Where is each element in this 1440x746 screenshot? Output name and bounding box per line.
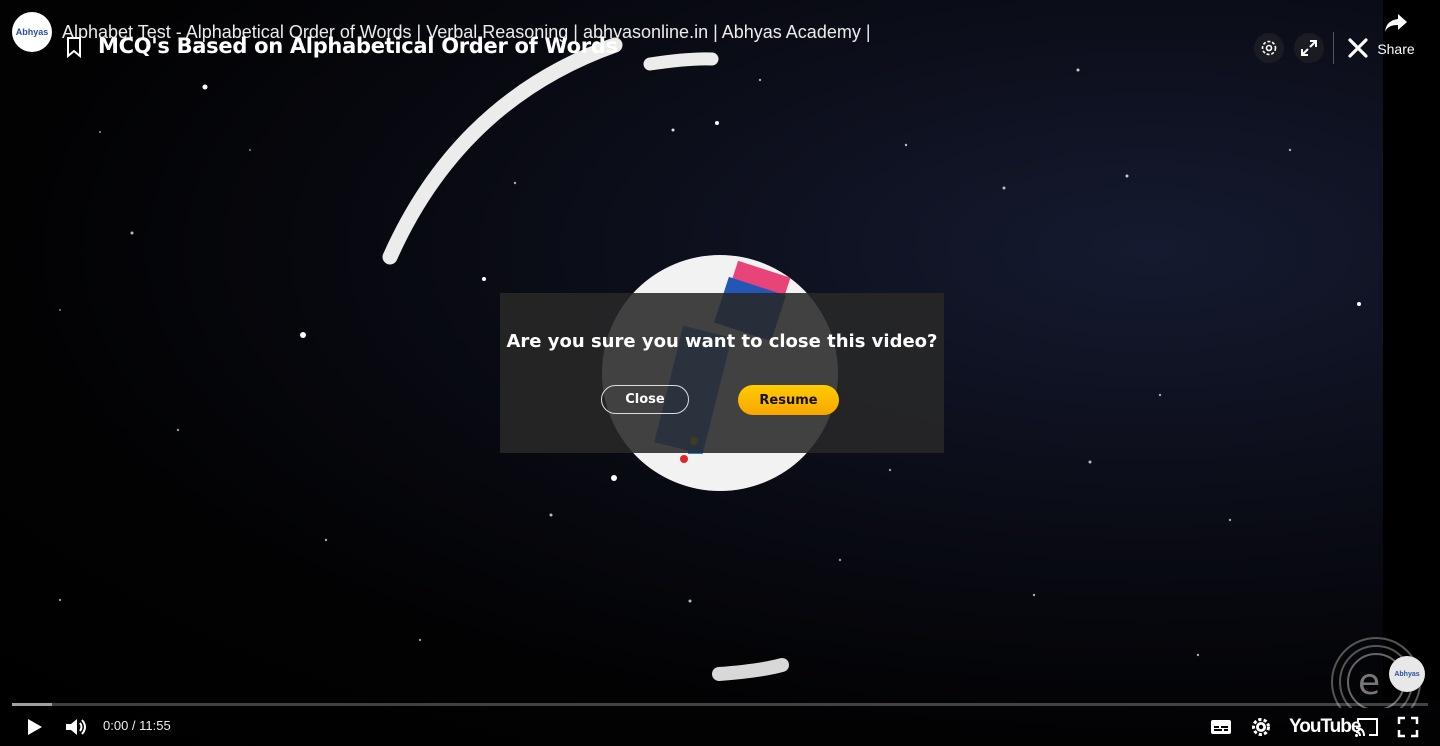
watermark-logo: Abhyas bbox=[1394, 671, 1419, 678]
gear-icon bbox=[1252, 718, 1270, 736]
share-button[interactable]: Share bbox=[1372, 12, 1420, 62]
time-display: 0:00 / 11:55 bbox=[103, 718, 171, 733]
close-icon[interactable] bbox=[1347, 37, 1369, 59]
top-bar: Abhyas Alphabet Test - Alphabetical Orde… bbox=[0, 0, 1440, 80]
play-icon bbox=[28, 719, 42, 735]
svg-text:e: e bbox=[1358, 662, 1380, 703]
close-video-dialog: Are you sure you want to close this vide… bbox=[500, 293, 944, 453]
bookmark-icon[interactable] bbox=[64, 36, 84, 58]
channel-avatar[interactable]: Abhyas bbox=[12, 12, 52, 52]
dialog-message: Are you sure you want to close this vide… bbox=[506, 331, 938, 352]
letterbox-edge bbox=[1383, 0, 1440, 700]
share-label: Share bbox=[1377, 41, 1415, 57]
overlay-heading: MCQ's Based on Alphabetical Order of Wor… bbox=[98, 34, 618, 58]
settings-button[interactable] bbox=[1248, 714, 1274, 740]
toolbar-divider bbox=[1333, 32, 1334, 64]
close-button[interactable]: Close bbox=[601, 385, 689, 414]
settings-top-button[interactable] bbox=[1254, 33, 1284, 63]
expand-button[interactable] bbox=[1294, 33, 1324, 63]
volume-icon bbox=[66, 719, 86, 735]
youtube-logo[interactable]: YouTube bbox=[1289, 716, 1361, 738]
resume-button[interactable]: Resume bbox=[738, 385, 839, 415]
channel-logo: Abhyas bbox=[15, 27, 49, 37]
play-button[interactable] bbox=[21, 714, 47, 740]
fullscreen-button[interactable] bbox=[1395, 714, 1421, 740]
cast-icon bbox=[1355, 718, 1378, 737]
captions-icon bbox=[1211, 720, 1231, 734]
expand-icon bbox=[1301, 40, 1317, 56]
captions-button[interactable] bbox=[1208, 714, 1234, 740]
gear-icon bbox=[1261, 40, 1277, 56]
fullscreen-icon bbox=[1397, 716, 1419, 738]
cast-button[interactable] bbox=[1354, 714, 1380, 740]
volume-button[interactable] bbox=[63, 714, 89, 740]
player-controls: 0:00 / 11:55 YouTube bbox=[0, 706, 1440, 746]
channel-watermark[interactable]: e Abhyas bbox=[1328, 630, 1426, 708]
share-arrow-icon bbox=[1385, 14, 1407, 32]
